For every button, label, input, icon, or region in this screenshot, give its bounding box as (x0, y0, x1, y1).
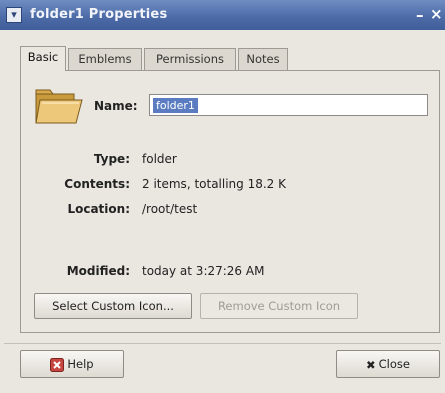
title-bar[interactable]: ▾ folder1 Properties – × (0, 0, 445, 30)
name-field[interactable]: folder1 (149, 94, 428, 116)
tab-notes[interactable]: Notes (238, 48, 288, 70)
tab-basic[interactable]: Basic (20, 46, 66, 71)
footer-divider (4, 343, 441, 344)
window-title: folder1 Properties (30, 7, 168, 22)
modified-value: today at 3:27:26 AM (142, 264, 265, 278)
properties-dialog: ▾ folder1 Properties – × Basic Emblems P… (0, 0, 445, 393)
help-icon (50, 357, 65, 372)
contents-value: 2 items, totalling 18.2 K (142, 177, 286, 191)
select-custom-icon-button[interactable]: Select Custom Icon... (34, 293, 192, 319)
close-icon: ✖ (366, 357, 376, 372)
name-label: Name: (94, 99, 138, 113)
tab-permissions[interactable]: Permissions (144, 48, 236, 70)
location-label: Location: (67, 202, 130, 216)
close-button[interactable]: ✖ Close (336, 350, 440, 378)
contents-label: Contents: (64, 177, 130, 191)
remove-custom-icon-button[interactable]: Remove Custom Icon (200, 293, 358, 319)
folder-icon (35, 89, 83, 124)
type-label: Type: (93, 152, 130, 166)
name-field-value: folder1 (153, 98, 198, 113)
tab-emblems[interactable]: Emblems (68, 48, 142, 70)
window-close-button[interactable]: × (430, 6, 444, 22)
minimize-button[interactable]: – (416, 7, 428, 23)
modified-label: Modified: (66, 264, 130, 278)
close-label: Close (378, 357, 410, 371)
chevron-down-icon: ▾ (11, 8, 17, 21)
help-button[interactable]: Help (20, 350, 124, 378)
window-menu-button[interactable]: ▾ (6, 7, 22, 23)
type-value: folder (142, 152, 177, 166)
location-value: /root/test (142, 202, 198, 216)
help-label: Help (67, 357, 94, 371)
